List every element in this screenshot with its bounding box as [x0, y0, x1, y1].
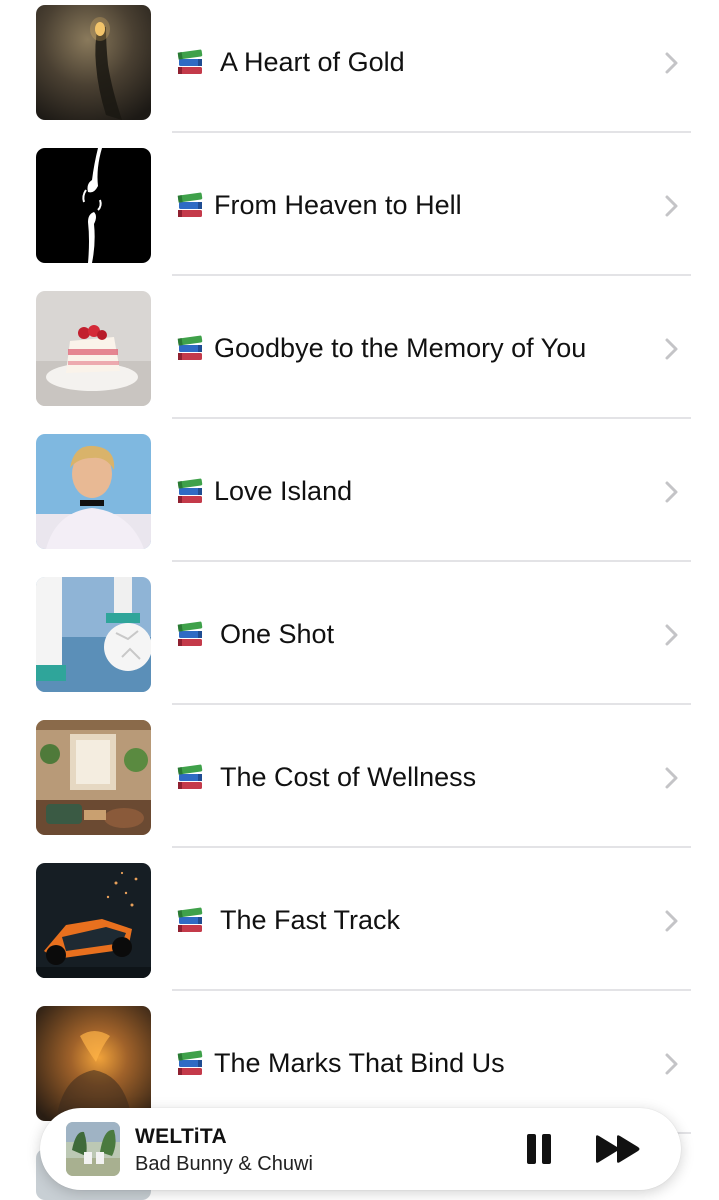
story-cover-heart-of-gold: [36, 5, 151, 120]
chevron-right-icon: [662, 1051, 682, 1077]
list-item[interactable]: The Fast Track: [0, 858, 719, 1001]
album-art[interactable]: [66, 1122, 120, 1176]
chevron-right-icon: [662, 908, 682, 934]
chevron-right-icon: [662, 193, 682, 219]
now-playing-bar[interactable]: WELTiTA Bad Bunny & Chuwi: [40, 1108, 681, 1190]
story-cover-goodbye-memory: [36, 291, 151, 406]
pause-icon[interactable]: [524, 1131, 554, 1167]
story-title: A Heart of Gold: [220, 46, 405, 77]
divider: [172, 989, 691, 991]
divider: [172, 560, 691, 562]
list-item[interactable]: Goodbye to the Memory of You: [0, 286, 719, 429]
story-cover-marks-that-bind: [36, 1006, 151, 1121]
divider: [172, 703, 691, 705]
story-cover-cost-of-wellness: [36, 720, 151, 835]
books-icon: [174, 761, 206, 793]
chevron-right-icon: [662, 479, 682, 505]
story-title: Goodbye to the Memory of You: [214, 332, 587, 363]
books-icon: [174, 332, 206, 364]
books-icon: [174, 904, 206, 936]
books-icon: [174, 618, 206, 650]
story-cover-fast-track: [36, 863, 151, 978]
books-icon: [174, 46, 206, 78]
story-title: The Marks That Bind Us: [214, 1047, 505, 1078]
fast-forward-icon[interactable]: [594, 1133, 642, 1165]
chevron-right-icon: [662, 336, 682, 362]
list-item[interactable]: From Heaven to Hell: [0, 143, 719, 286]
story-cover-heaven-to-hell: [36, 148, 151, 263]
story-title: One Shot: [220, 618, 335, 649]
list-item[interactable]: A Heart of Gold: [0, 0, 719, 143]
divider: [172, 417, 691, 419]
artist-name: Bad Bunny & Chuwi: [135, 1153, 313, 1175]
divider: [172, 131, 691, 133]
list-item[interactable]: One Shot: [0, 572, 719, 715]
books-icon: [174, 189, 206, 221]
books-icon: [174, 475, 206, 507]
chevron-right-icon: [662, 765, 682, 791]
books-icon: [174, 1047, 206, 1079]
song-title: WELTiTA: [135, 1125, 227, 1148]
story-title: The Cost of Wellness: [220, 761, 477, 792]
story-cover-one-shot: [36, 577, 151, 692]
story-title: The Fast Track: [220, 904, 401, 935]
list-item[interactable]: The Cost of Wellness: [0, 715, 719, 858]
list-item[interactable]: Love Island: [0, 429, 719, 572]
story-cover-love-island: [36, 434, 151, 549]
chevron-right-icon: [662, 622, 682, 648]
divider: [172, 846, 691, 848]
story-title: From Heaven to Hell: [214, 189, 462, 220]
chevron-right-icon: [662, 50, 682, 76]
story-title: Love Island: [214, 475, 353, 506]
divider: [172, 274, 691, 276]
